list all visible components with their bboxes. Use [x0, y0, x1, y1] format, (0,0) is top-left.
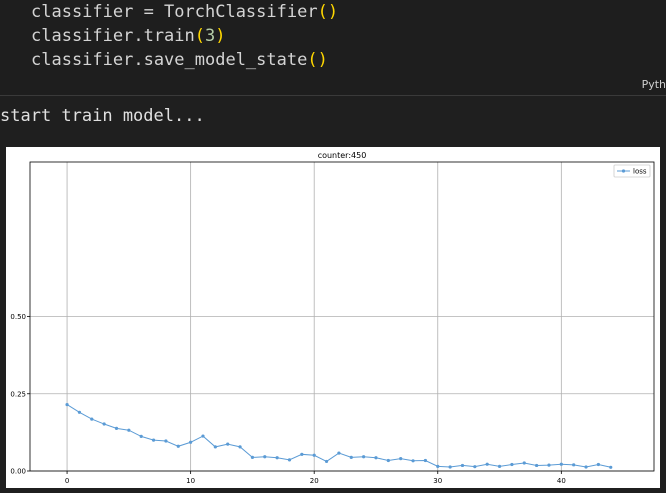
cell-language-label[interactable]: Pyth [642, 78, 666, 91]
data-point [411, 459, 415, 463]
data-point [114, 426, 119, 430]
loss-chart-svg: counter:450 0 10 20 30 40 0.00 0.25 0.50 loss [10, 151, 655, 485]
data-point [189, 440, 193, 444]
data-point [362, 455, 366, 459]
data-point [263, 455, 267, 459]
data-point [77, 410, 82, 414]
data-point [473, 465, 477, 469]
data-point [448, 465, 452, 469]
data-point [164, 439, 168, 443]
output-text: start train model... [0, 106, 205, 126]
data-point [584, 465, 588, 469]
x-tick-label: 10 [186, 477, 195, 485]
data-point [460, 463, 465, 468]
data-point [324, 459, 329, 464]
loss-plot: counter:450 0 10 20 30 40 0.00 0.25 0.50 loss [6, 147, 660, 488]
data-point [485, 462, 489, 466]
x-tick-label: 30 [433, 477, 442, 485]
data-point [176, 444, 180, 448]
paren-open: ( [307, 50, 318, 70]
code-text: classifier = TorchClassifier [31, 2, 318, 22]
data-point [374, 456, 378, 460]
data-point [213, 445, 217, 449]
code-line-3[interactable]: classifier.save_model_state() [31, 48, 328, 72]
data-point [510, 462, 514, 467]
x-tick-label: 40 [557, 477, 566, 485]
code-text: classifier.save_model_state [31, 50, 308, 70]
data-point [102, 422, 106, 426]
paren-open: ( [194, 26, 206, 46]
data-point [250, 455, 255, 460]
data-point [522, 461, 526, 465]
chart-title: counter:450 [318, 151, 367, 160]
data-point [547, 463, 551, 467]
data-point [436, 464, 440, 468]
paren-close: ) [215, 26, 226, 46]
data-point [572, 463, 576, 467]
y-tick-label: 0.50 [10, 313, 26, 321]
code-line-2[interactable]: classifier.train(3) [31, 24, 226, 48]
y-tick-label: 0.25 [10, 390, 26, 398]
code-cell[interactable]: classifier = TorchClassifier() classifie… [0, 0, 666, 96]
data-point [226, 442, 230, 446]
data-point [151, 438, 156, 442]
data-point [238, 445, 242, 449]
data-point [423, 458, 428, 463]
data-point [349, 455, 353, 460]
y-tick-label: 0.00 [10, 468, 26, 476]
code-text: classifier.train [31, 26, 195, 46]
data-point [201, 434, 205, 438]
data-point [312, 453, 316, 457]
data-point [65, 402, 69, 407]
legend-marker [621, 169, 626, 173]
data-point [399, 457, 403, 461]
data-point [127, 428, 131, 432]
data-point [300, 452, 304, 456]
data-point [275, 456, 279, 460]
x-tick-label: 20 [310, 477, 319, 485]
legend-label: loss [633, 168, 647, 176]
data-point [497, 464, 502, 468]
code-arg: 3 [205, 26, 216, 46]
data-point [90, 417, 94, 421]
paren-close: ) [327, 2, 339, 22]
paren-open: ( [317, 2, 328, 22]
data-point [139, 434, 143, 438]
data-point [559, 462, 563, 466]
code-line-1[interactable]: classifier = TorchClassifier() [31, 0, 338, 24]
series-line-loss [66, 404, 611, 468]
data-point [609, 465, 613, 469]
data-point [596, 462, 600, 467]
data-point [287, 458, 292, 462]
data-point [535, 463, 539, 468]
data-point [337, 451, 341, 455]
paren-close: ) [317, 50, 328, 70]
data-point [386, 458, 390, 463]
x-tick-label: 0 [65, 477, 69, 485]
